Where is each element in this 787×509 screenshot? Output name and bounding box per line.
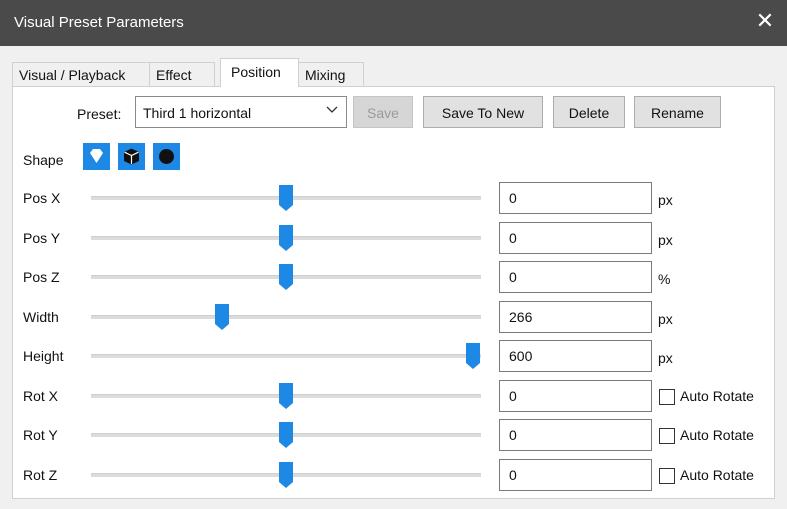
width-label: Width [23,308,59,325]
pos-x-unit: px [658,192,673,208]
tab-mixing[interactable]: Mixing [298,62,364,86]
pos-z-label: Pos Z [23,269,60,285]
rename-button[interactable]: Rename [634,96,721,128]
pos-y-unit: px [658,231,673,248]
window-title: Visual Preset Parameters [14,14,184,31]
preset-label: Preset: [77,106,122,122]
height-slider-thumb[interactable] [465,342,481,370]
height-value-field[interactable]: 600 [499,340,652,372]
title-bar: Visual Preset Parameters ✕ [0,0,787,46]
width-value-field[interactable]: 266 [499,300,652,333]
save-button[interactable]: Save [353,96,413,128]
pos-x-value-field[interactable]: 0 [499,182,652,214]
tab-effect[interactable]: Effect [149,62,215,86]
tab-position[interactable]: Position [220,58,299,87]
pos-x-slider-thumb[interactable] [278,184,294,212]
rot-y-value-field[interactable]: 0 [499,419,652,451]
dialog-body: Visual / Playback Effect Position Mixing… [0,46,787,509]
rot-y-auto-rotate-checkbox[interactable] [659,428,675,444]
height-label: Height [23,348,64,364]
height-unit: px [658,350,673,366]
width-slider-thumb[interactable] [214,303,230,331]
shape-label: Shape [23,152,64,168]
pos-y-value-field[interactable]: 0 [499,221,652,254]
shape-diamond-button[interactable] [83,143,110,170]
rot-y-slider-thumb[interactable] [278,421,294,449]
rot-x-slider-thumb[interactable] [278,382,294,410]
pos-y-label: Pos Y [23,229,61,246]
pos-z-slider-thumb[interactable] [278,263,294,291]
rot-z-auto-rotate-checkbox[interactable] [659,467,675,484]
rot-z-auto-rotate-label[interactable]: Auto Rotate [680,467,754,483]
pos-y-slider-thumb[interactable] [278,224,294,252]
delete-button[interactable]: Delete [553,96,625,128]
rot-x-auto-rotate-checkbox[interactable] [659,388,675,405]
rot-z-label: Rot Z [23,466,58,483]
rot-y-label: Rot Y [23,427,58,443]
preset-dropdown[interactable]: Third 1 horizontal [135,96,347,128]
preset-selected-value: Third 1 horizontal [143,105,252,121]
pos-z-unit: % [658,271,671,287]
width-slider[interactable] [91,314,481,319]
tab-visual-playback[interactable]: Visual / Playback [12,62,150,86]
pos-x-label: Pos X [23,190,61,206]
save-to-new-button[interactable]: Save To New [423,96,543,128]
height-slider[interactable] [91,354,481,358]
rot-x-label: Rot X [23,387,59,404]
rot-x-auto-rotate-label[interactable]: Auto Rotate [680,388,754,404]
shape-cube-button[interactable] [118,143,145,170]
rot-z-value-field[interactable]: 0 [499,458,652,491]
rot-y-auto-rotate-label[interactable]: Auto Rotate [680,427,754,443]
chevron-down-icon [326,103,338,118]
rot-z-slider-thumb[interactable] [278,461,294,489]
close-icon[interactable]: ✕ [753,9,777,33]
width-unit: px [658,310,673,327]
position-panel: Preset: Third 1 horizontal Save Save To … [12,86,775,499]
shape-sphere-button[interactable] [153,143,180,170]
pos-z-value-field[interactable]: 0 [499,261,652,293]
rot-x-value-field[interactable]: 0 [499,379,652,412]
